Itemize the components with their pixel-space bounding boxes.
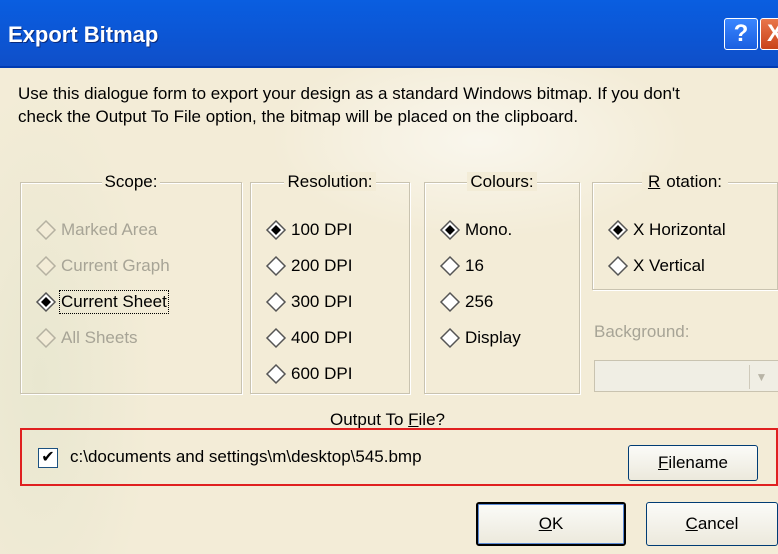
radio-diamond-icon bbox=[607, 255, 629, 277]
colours-group: Colours: Mono. 16 256 Display bbox=[424, 172, 580, 394]
radio-diamond-icon bbox=[35, 219, 57, 241]
background-label: Background: bbox=[594, 322, 690, 341]
scope-label-current-sheet: Current Sheet bbox=[59, 290, 169, 314]
resolution-label-400: 400 DPI bbox=[291, 328, 353, 347]
scope-label-current-graph: Current Graph bbox=[61, 256, 170, 275]
resolution-label-200: 200 DPI bbox=[291, 256, 353, 275]
resolution-option-600[interactable]: 600 DPI bbox=[265, 361, 352, 387]
radio-diamond-icon bbox=[35, 327, 57, 349]
colours-option-256[interactable]: 256 bbox=[439, 289, 493, 315]
description-line-1: Use this dialogue form to export your de… bbox=[18, 84, 680, 103]
colours-label-display: Display bbox=[465, 328, 521, 347]
scope-label-marked-area: Marked Area bbox=[61, 220, 158, 239]
checkmark-icon: ✔ bbox=[41, 449, 55, 466]
window-title: Export Bitmap bbox=[8, 22, 159, 47]
output-file-path: c:\documents and settings\m\desktop\545.… bbox=[70, 447, 422, 466]
resolution-option-300[interactable]: 300 DPI bbox=[265, 289, 352, 315]
radio-diamond-icon bbox=[439, 291, 461, 313]
colours-label-mono: Mono. bbox=[465, 220, 513, 239]
colours-option-16[interactable]: 16 bbox=[439, 253, 484, 279]
ok-button[interactable]: OK bbox=[476, 502, 626, 546]
radio-diamond-icon bbox=[439, 255, 461, 277]
rotation-title: Rotation: bbox=[641, 172, 729, 191]
chevron-down-icon[interactable]: ▼ bbox=[749, 365, 773, 389]
rotation-group: Rotation: X Horizontal X Vertical bbox=[592, 172, 778, 290]
rotation-option-horizontal[interactable]: X Horizontal bbox=[607, 217, 726, 243]
scope-label-all-sheets: All Sheets bbox=[61, 328, 138, 347]
description-line-2: check the Output To File option, the bit… bbox=[18, 107, 579, 126]
resolution-group: Resolution: 100 DPI 200 DPI 300 DPI 400 … bbox=[250, 172, 410, 394]
scope-title: Scope: bbox=[101, 172, 161, 191]
rotation-option-vertical[interactable]: X Vertical bbox=[607, 253, 705, 279]
background-select[interactable]: ▼ bbox=[594, 360, 778, 392]
filename-button[interactable]: Filename bbox=[628, 445, 758, 481]
output-to-file-checkbox[interactable]: ✔ bbox=[38, 448, 58, 468]
rotation-label-horizontal: X Horizontal bbox=[633, 220, 726, 239]
resolution-label-600: 600 DPI bbox=[291, 364, 353, 383]
resolution-label-300: 300 DPI bbox=[291, 292, 353, 311]
description-text: Use this dialogue form to export your de… bbox=[18, 82, 778, 128]
scope-option-marked-area[interactable]: Marked Area bbox=[35, 217, 157, 243]
resolution-title: Resolution: bbox=[284, 172, 376, 191]
resolution-option-400[interactable]: 400 DPI bbox=[265, 325, 352, 351]
radio-diamond-icon bbox=[35, 255, 57, 277]
radio-diamond-selected-icon bbox=[35, 291, 57, 313]
rotation-label-vertical: X Vertical bbox=[633, 256, 705, 275]
radio-diamond-icon bbox=[265, 291, 287, 313]
resolution-label-100: 100 DPI bbox=[291, 220, 353, 239]
close-button[interactable]: X bbox=[760, 18, 778, 50]
cancel-button[interactable]: Cancel bbox=[646, 502, 778, 546]
colours-option-mono[interactable]: Mono. bbox=[439, 217, 512, 243]
scope-option-current-graph[interactable]: Current Graph bbox=[35, 253, 170, 279]
radio-diamond-icon bbox=[439, 327, 461, 349]
resolution-option-200[interactable]: 200 DPI bbox=[265, 253, 352, 279]
scope-option-current-sheet[interactable]: Current Sheet bbox=[35, 289, 169, 315]
colours-option-display[interactable]: Display bbox=[439, 325, 521, 351]
radio-diamond-icon bbox=[265, 363, 287, 385]
colours-label-256: 256 bbox=[465, 292, 494, 311]
output-title: Output To File? bbox=[330, 410, 445, 429]
radio-diamond-selected-icon bbox=[439, 219, 461, 241]
radio-diamond-icon bbox=[265, 327, 287, 349]
title-bar: Export Bitmap ? X bbox=[0, 0, 778, 68]
colours-label-16: 16 bbox=[465, 256, 484, 275]
scope-group: Scope: Marked Area Current Graph Current… bbox=[20, 172, 242, 394]
colours-title: Colours: bbox=[467, 172, 537, 191]
radio-diamond-selected-icon bbox=[607, 219, 629, 241]
radio-diamond-icon bbox=[265, 255, 287, 277]
resolution-option-100[interactable]: 100 DPI bbox=[265, 217, 352, 243]
help-button[interactable]: ? bbox=[724, 18, 758, 50]
radio-diamond-selected-icon bbox=[265, 219, 287, 241]
scope-option-all-sheets[interactable]: All Sheets bbox=[35, 325, 138, 351]
